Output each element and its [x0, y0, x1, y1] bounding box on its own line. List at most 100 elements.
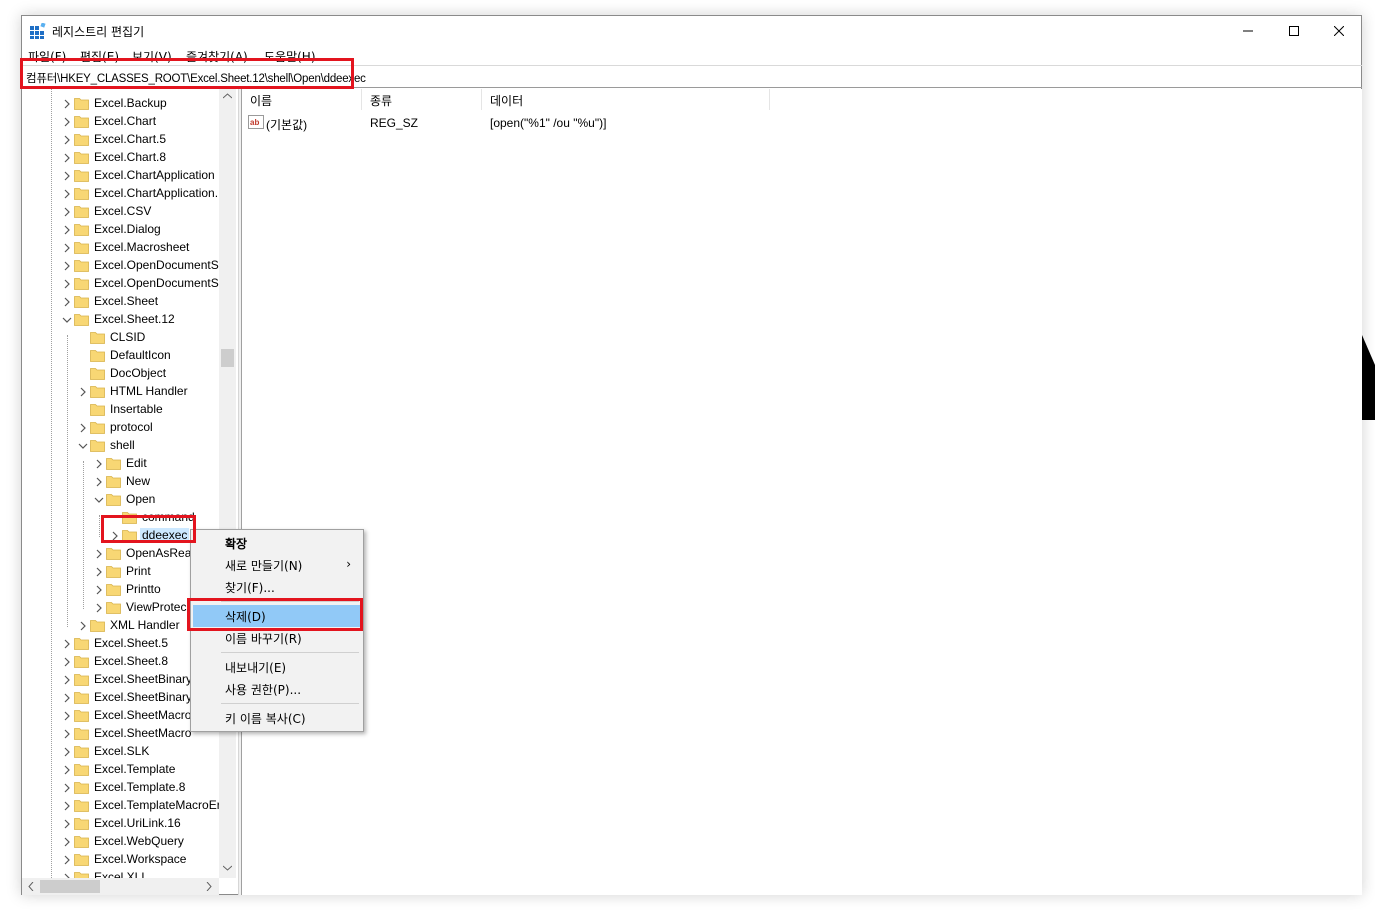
- folder-icon: [90, 368, 105, 380]
- folder-icon: [74, 134, 89, 146]
- folder-icon: [74, 674, 89, 686]
- chevron-right-icon[interactable]: [62, 225, 72, 235]
- menu-item-expand[interactable]: 확장: [193, 532, 361, 554]
- tree-item-label: Excel.Template.8: [94, 780, 186, 794]
- tree-guide-line: [83, 461, 84, 609]
- folder-icon: [74, 314, 89, 326]
- tree-horizontal-scrollbar[interactable]: [22, 878, 219, 895]
- scroll-up-icon[interactable]: [223, 93, 232, 99]
- string-value-icon: ab: [248, 115, 264, 129]
- chevron-right-icon[interactable]: [62, 747, 72, 757]
- chevron-right-icon[interactable]: [62, 189, 72, 199]
- folder-icon: [74, 206, 89, 218]
- chevron-right-icon[interactable]: [62, 171, 72, 181]
- background-shape: [1362, 335, 1375, 420]
- chevron-right-icon[interactable]: [78, 423, 88, 433]
- value-data: [open("%1" /ou "%u")]: [490, 116, 607, 130]
- chevron-right-icon[interactable]: [62, 693, 72, 703]
- folder-icon: [74, 260, 89, 272]
- chevron-right-icon[interactable]: [94, 603, 104, 613]
- folder-icon: [106, 584, 121, 596]
- maximize-button[interactable]: [1271, 16, 1317, 45]
- chevron-right-icon[interactable]: [62, 729, 72, 739]
- chevron-right-icon[interactable]: [62, 135, 72, 145]
- folder-icon: [74, 152, 89, 164]
- chevron-right-icon[interactable]: [94, 567, 104, 577]
- menu-item-delete[interactable]: 삭제(D): [193, 605, 361, 627]
- chevron-down-icon[interactable]: [94, 495, 104, 505]
- chevron-right-icon[interactable]: [62, 207, 72, 217]
- column-name[interactable]: 이름: [242, 89, 362, 110]
- folder-icon: [74, 728, 89, 740]
- vertical-scroll-thumb[interactable]: [221, 349, 234, 367]
- tree-vertical-scrollbar[interactable]: [219, 89, 236, 878]
- folder-icon: [90, 332, 105, 344]
- folder-icon: [74, 116, 89, 128]
- menu-item-export[interactable]: 내보내기(E): [193, 656, 361, 678]
- address-path[interactable]: 컴퓨터\HKEY_CLASSES_ROOT\Excel.Sheet.12\she…: [26, 70, 366, 86]
- menu-item-find[interactable]: 찾기(F)...: [193, 576, 361, 598]
- menu-item-label: 삭제(D): [225, 610, 266, 624]
- menu-item-new[interactable]: 새로 만들기(N) ›: [193, 554, 361, 576]
- chevron-right-icon[interactable]: [62, 801, 72, 811]
- values-list[interactable]: 이름 종류 데이터 ab (기본값) REG_SZ [open("%1" /ou…: [242, 89, 1362, 895]
- chevron-right-icon[interactable]: [94, 585, 104, 595]
- chevron-right-icon[interactable]: [62, 153, 72, 163]
- column-data[interactable]: 데이터: [482, 89, 770, 110]
- address-bar[interactable]: 컴퓨터\HKEY_CLASSES_ROOT\Excel.Sheet.12\she…: [22, 65, 1362, 88]
- chevron-right-icon[interactable]: [62, 261, 72, 271]
- chevron-right-icon[interactable]: [62, 639, 72, 649]
- chevron-right-icon[interactable]: [62, 657, 72, 667]
- folder-icon: [90, 620, 105, 632]
- tree-item-label: New: [126, 474, 151, 488]
- scroll-left-icon[interactable]: [28, 882, 34, 891]
- title-bar[interactable]: 레지스트리 편집기: [22, 16, 1361, 45]
- chevron-right-icon[interactable]: [62, 783, 72, 793]
- maximize-icon: [1289, 25, 1299, 36]
- chevron-right-icon[interactable]: [62, 711, 72, 721]
- menu-separator: [221, 601, 359, 602]
- chevron-right-icon[interactable]: [94, 459, 104, 469]
- chevron-right-icon[interactable]: [62, 837, 72, 847]
- menu-edit[interactable]: 편집(E): [80, 48, 119, 65]
- menu-favorites[interactable]: 즐겨찾기(A): [186, 48, 248, 65]
- chevron-right-icon[interactable]: [62, 243, 72, 253]
- chevron-right-icon[interactable]: [62, 117, 72, 127]
- menu-file[interactable]: 파일(F): [28, 48, 66, 65]
- chevron-down-icon[interactable]: [78, 441, 88, 451]
- folder-icon: [74, 692, 89, 704]
- menu-item-label: 새로 만들기(N): [225, 559, 303, 573]
- horizontal-scroll-thumb[interactable]: [40, 880, 100, 893]
- folder-icon: [74, 278, 89, 290]
- chevron-right-icon[interactable]: [62, 279, 72, 289]
- folder-icon: [74, 782, 89, 794]
- chevron-right-icon[interactable]: [94, 549, 104, 559]
- tree-item-label: Excel.UriLink.16: [94, 816, 181, 830]
- menu-help[interactable]: 도움말(H): [264, 48, 316, 65]
- scroll-right-icon[interactable]: [206, 882, 212, 891]
- chevron-down-icon[interactable]: [62, 315, 72, 325]
- menu-view[interactable]: 보기(V): [132, 48, 172, 65]
- scroll-down-icon[interactable]: [223, 865, 232, 871]
- minimize-button[interactable]: [1225, 16, 1271, 45]
- menu-item-copy-key-name[interactable]: 키 이름 복사(C): [193, 707, 361, 729]
- column-type[interactable]: 종류: [362, 89, 482, 110]
- chevron-right-icon[interactable]: [110, 531, 120, 541]
- chevron-right-icon[interactable]: [62, 765, 72, 775]
- chevron-right-icon[interactable]: [62, 297, 72, 307]
- chevron-right-icon[interactable]: [62, 819, 72, 829]
- chevron-right-icon[interactable]: [62, 675, 72, 685]
- folder-icon: [74, 638, 89, 650]
- chevron-right-icon[interactable]: [78, 387, 88, 397]
- key-tree[interactable]: Excel.Backup Excel.Chart Excel.Chart.5 Exce…: [22, 89, 238, 878]
- chevron-right-icon[interactable]: [62, 99, 72, 109]
- folder-icon: [74, 296, 89, 308]
- chevron-right-icon[interactable]: [78, 621, 88, 631]
- svg-text:ab: ab: [250, 118, 259, 127]
- close-button[interactable]: [1316, 16, 1362, 45]
- menu-item-rename[interactable]: 이름 바꾸기(R): [193, 627, 361, 649]
- chevron-right-icon[interactable]: [94, 477, 104, 487]
- menu-item-permissions[interactable]: 사용 권한(P)...: [193, 678, 361, 700]
- folder-icon: [90, 422, 105, 434]
- chevron-right-icon[interactable]: [62, 855, 72, 865]
